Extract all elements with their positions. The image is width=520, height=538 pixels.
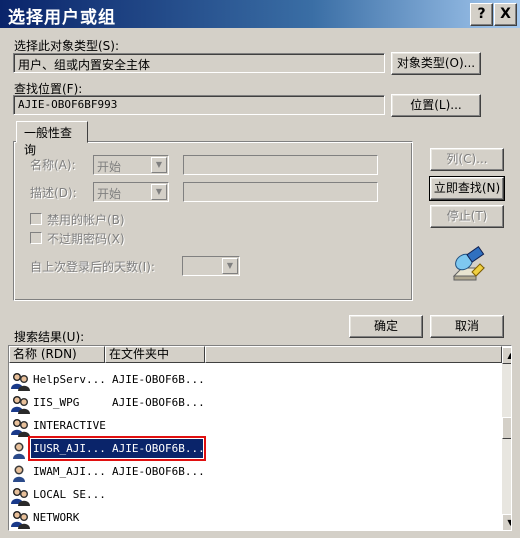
column-header-name[interactable]: 名称 (RDN)	[9, 346, 105, 363]
table-row[interactable]: IWAM_AJI... AJIE-OBOF6B...	[9, 461, 495, 484]
columns-button[interactable]: 列(C)...	[430, 148, 504, 171]
locations-button[interactable]: 位置(L)...	[391, 94, 481, 117]
row-folder: AJIE-OBOF6B...	[112, 442, 205, 455]
user-group-icon	[11, 417, 31, 437]
object-types-button[interactable]: 对象类型(O)...	[391, 52, 481, 75]
user-icon	[11, 463, 31, 483]
row-name: HelpServ...	[33, 373, 106, 386]
row-name: INTERACTIVE	[33, 419, 106, 432]
user-group-icon	[11, 486, 31, 506]
vertical-scrollbar[interactable]: ▲ ▼	[502, 347, 511, 530]
location-field: AJIE-OBOF6BF993	[13, 95, 385, 115]
ok-button[interactable]: 确定	[349, 315, 423, 338]
chevron-down-icon[interactable]: ▼	[222, 258, 238, 274]
window-title: 选择用户或组	[8, 8, 116, 28]
name-label: 名称(A):	[30, 158, 76, 172]
table-row[interactable]: NETWORK	[9, 507, 495, 530]
user-group-icon	[11, 371, 31, 391]
search-flashlight-icon	[452, 246, 486, 281]
search-results-label: 搜索结果(U):	[14, 330, 85, 344]
chevron-down-icon[interactable]: ▼	[151, 157, 167, 173]
object-type-field: 用户、组或内置安全主体	[13, 53, 385, 73]
row-folder: AJIE-OBOF6B...	[112, 373, 205, 386]
disabled-accounts-label: 禁用的帐户(B)	[47, 213, 125, 227]
tab-general-query[interactable]: 一般性查询	[16, 121, 88, 157]
table-row[interactable]: HelpServ... AJIE-OBOF6B...	[9, 369, 495, 392]
user-group-icon	[11, 509, 31, 529]
table-row[interactable]: LOCAL SE...	[9, 484, 495, 507]
row-name: NETWORK	[33, 511, 80, 524]
column-header-folder[interactable]: 在文件夹中	[105, 346, 205, 363]
search-results-list[interactable]: 名称 (RDN) 在文件夹中 HelpServ... AJIE-OBOF6B...…	[8, 345, 512, 531]
close-button[interactable]: X	[494, 3, 517, 26]
chevron-down-icon[interactable]: ▼	[151, 184, 167, 200]
help-button[interactable]: ?	[470, 3, 493, 26]
table-row[interactable]: IIS_WPG AJIE-OBOF6B...	[9, 392, 495, 415]
scroll-thumb[interactable]	[502, 417, 511, 439]
description-label: 描述(D):	[30, 186, 77, 200]
name-input[interactable]	[183, 155, 378, 175]
row-folder: AJIE-OBOF6B...	[112, 396, 205, 409]
user-group-icon	[11, 394, 31, 414]
no-expire-password-checkbox[interactable]	[30, 232, 42, 244]
cancel-button[interactable]: 取消	[430, 315, 504, 338]
days-since-login-select[interactable]: ▼	[182, 256, 240, 276]
description-mode-value: 开始	[97, 187, 122, 201]
object-type-label: 选择此对象类型(S):	[14, 39, 120, 53]
user-icon	[11, 440, 31, 460]
description-input[interactable]	[183, 182, 378, 202]
column-header-filler	[205, 346, 502, 363]
days-since-login-label: 自上次登录后的天数(I):	[30, 260, 155, 274]
scroll-up-icon[interactable]: ▲	[502, 347, 511, 364]
stop-button[interactable]: 停止(T)	[430, 205, 504, 228]
table-row[interactable]: NETWORK ...	[9, 530, 495, 531]
row-name: IIS_WPG	[33, 396, 80, 409]
table-row[interactable]: IUSR_AJI... AJIE-OBOF6B...	[9, 436, 495, 461]
row-name: IWAM_AJI...	[33, 465, 106, 478]
row-folder: AJIE-OBOF6B...	[112, 465, 205, 478]
find-now-button[interactable]: 立即查找(N)	[429, 176, 505, 201]
name-mode-value: 开始	[97, 160, 122, 174]
row-name: IUSR_AJI...	[33, 442, 106, 455]
row-name: LOCAL SE...	[33, 488, 106, 501]
no-expire-password-label: 不过期密码(X)	[47, 232, 125, 246]
scroll-down-icon[interactable]: ▼	[502, 514, 511, 530]
title-bar[interactable]: 选择用户或组 ? X	[0, 0, 520, 28]
disabled-accounts-checkbox[interactable]	[30, 213, 42, 225]
table-row[interactable]: INTERACTIVE	[9, 415, 495, 438]
description-mode-select[interactable]: 开始 ▼	[93, 182, 169, 202]
name-mode-select[interactable]: 开始 ▼	[93, 155, 169, 175]
